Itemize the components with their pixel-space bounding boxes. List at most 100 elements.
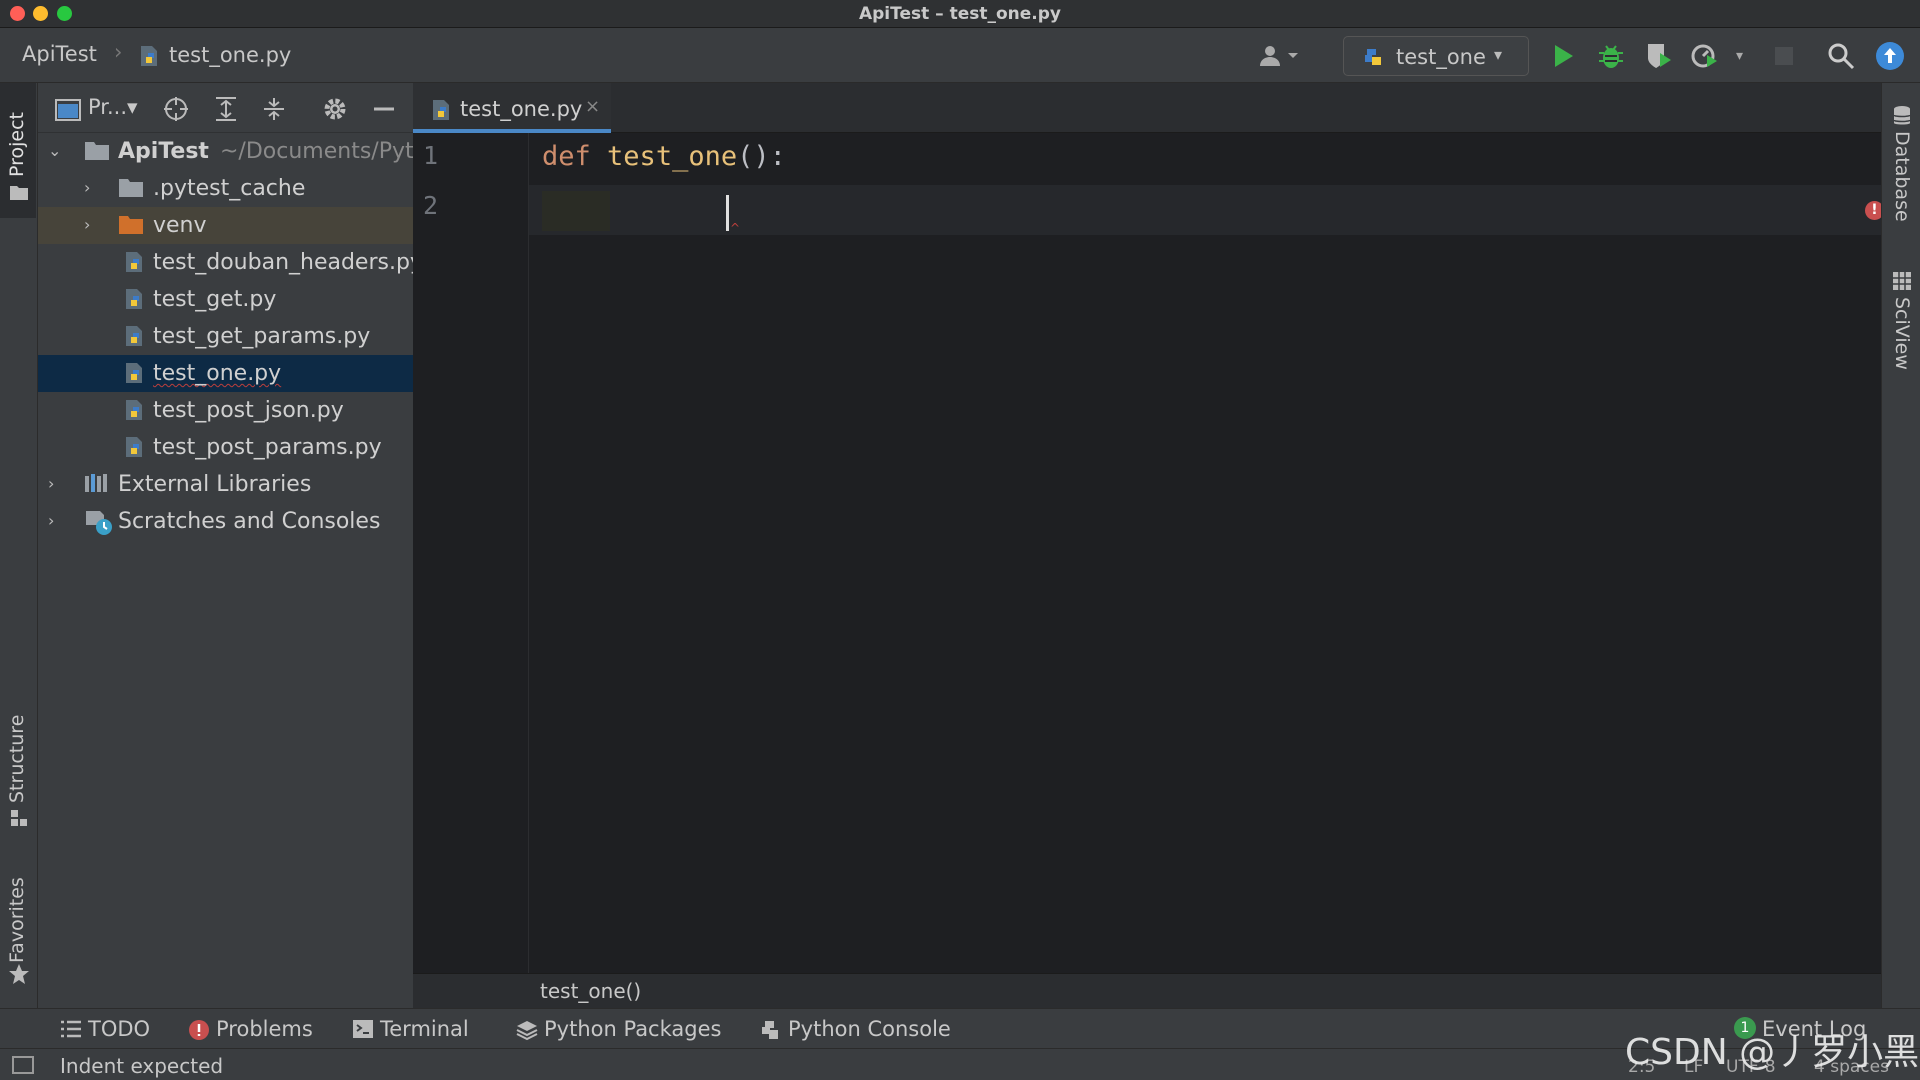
watermark: CSDN @丿罗小黑 — [1625, 1032, 1920, 1073]
stop-button[interactable] — [1768, 41, 1798, 71]
tree-item-label: test_post_json.py — [153, 398, 344, 423]
project-panel: Pr...▾ ⌄ ApiTest ~/Documents/Pyt › .pyte… — [38, 83, 423, 1008]
chevron-right-icon[interactable]: › — [48, 511, 54, 530]
python-icon — [1362, 47, 1386, 73]
right-tool-strip: Database SciView — [1881, 83, 1920, 1008]
code-area[interactable]: def test_one(): ^ ! 1 ︿ ﹀ — [529, 133, 1903, 1008]
breadcrumb-separator: › — [114, 40, 123, 64]
database-tool-button[interactable]: Database — [1891, 131, 1913, 222]
debug-button[interactable] — [1596, 41, 1626, 71]
terminal-icon — [352, 1019, 374, 1043]
profile-button[interactable] — [1690, 41, 1720, 71]
python-console-label: Python Console — [788, 1017, 951, 1041]
layers-icon — [516, 1019, 538, 1045]
tree-item-label: ApiTest — [118, 139, 209, 164]
tree-item-label: test_get_params.py — [153, 324, 371, 349]
python-file-icon — [429, 98, 453, 126]
tree-item-file[interactable]: test_get.py — [38, 281, 413, 318]
python-file-icon — [137, 44, 161, 72]
line-number: 2 — [423, 191, 439, 220]
code-line: def test_one(): — [542, 141, 786, 172]
update-icon[interactable] — [1875, 41, 1905, 71]
run-configuration-select[interactable]: test_one ▾ — [1343, 36, 1529, 76]
tree-item-file[interactable]: test_get_params.py — [38, 318, 413, 355]
tree-item-path: ~/Documents/Pyt — [220, 139, 414, 164]
tool-windows-toggle-icon[interactable] — [12, 1056, 34, 1074]
structure-tool-button[interactable]: Structure — [6, 703, 28, 803]
user-icon[interactable] — [1258, 44, 1304, 72]
chevron-down-icon[interactable]: ▾ — [1736, 48, 1743, 64]
code-keyword: def — [542, 141, 591, 172]
tree-item-scratches[interactable]: › Scratches and Consoles — [38, 503, 413, 540]
python-file-icon — [122, 324, 146, 352]
tree-item-file-selected[interactable]: test_one.py — [38, 355, 413, 392]
problems-label: Problems — [216, 1017, 313, 1041]
chevron-right-icon[interactable]: › — [84, 215, 90, 234]
title-bar: ApiTest – test_one.py — [0, 0, 1920, 28]
project-toolbar: Pr...▾ — [38, 83, 413, 133]
error-icon — [188, 1019, 210, 1045]
project-tool-button[interactable]: Project — [0, 83, 36, 218]
tree-item-label: test_get.py — [153, 287, 277, 312]
python-packages-label: Python Packages — [544, 1017, 722, 1041]
expand-all-icon[interactable] — [214, 96, 238, 126]
structure-icon — [9, 808, 29, 832]
table-icon[interactable] — [1892, 271, 1912, 295]
python-file-icon — [122, 250, 146, 278]
chevron-down-icon[interactable]: ⌄ — [48, 141, 61, 160]
left-tool-strip: Project Structure Favorites — [0, 83, 38, 1008]
tree-item-file[interactable]: test_post_params.py — [38, 429, 413, 466]
indent-guide — [542, 191, 610, 231]
tree-item-external-libraries[interactable]: › External Libraries — [38, 466, 413, 503]
breadcrumb-function[interactable]: test_one() — [540, 979, 641, 1003]
project-view-icon — [55, 99, 81, 125]
search-icon[interactable] — [1826, 41, 1856, 71]
code-punctuation: (): — [737, 141, 786, 172]
editor-breadcrumb-bar: test_one() — [413, 973, 1881, 1008]
database-icon[interactable] — [1892, 105, 1912, 131]
tab-test-one[interactable]: test_one.py × — [413, 83, 611, 133]
error-mark-icon: ^ — [730, 221, 741, 235]
breadcrumb-file[interactable]: test_one.py — [169, 43, 291, 67]
run-configuration-label: test_one — [1396, 45, 1486, 69]
python-file-icon — [122, 361, 146, 389]
run-with-coverage-button[interactable] — [1644, 41, 1674, 71]
tree-item-file[interactable]: test_douban_headers.py — [38, 244, 423, 281]
tree-item-file[interactable]: test_post_json.py — [38, 392, 413, 429]
sciview-tool-button[interactable]: SciView — [1891, 297, 1913, 370]
run-button[interactable] — [1548, 41, 1578, 71]
tree-item-pytest-cache[interactable]: › .pytest_cache — [38, 170, 413, 207]
python-icon — [760, 1019, 782, 1045]
collapse-all-icon[interactable] — [262, 96, 286, 126]
tab-label: test_one.py — [460, 97, 583, 121]
hide-panel-icon[interactable] — [372, 96, 396, 126]
editor-tab-bar: test_one.py × — [413, 83, 1881, 133]
todo-label: TODO — [88, 1017, 151, 1041]
gear-icon[interactable] — [322, 96, 348, 126]
navigation-bar: ApiTest › test_one.py test_one ▾ ▾ — [0, 28, 1920, 83]
tree-item-label: test_douban_headers.py — [153, 250, 423, 275]
chevron-right-icon[interactable]: › — [84, 178, 90, 197]
project-tool-label: Project — [6, 111, 28, 177]
folder-icon — [118, 176, 144, 202]
breadcrumb-project[interactable]: ApiTest — [22, 42, 97, 66]
chevron-right-icon[interactable]: › — [48, 474, 54, 493]
locate-icon[interactable] — [163, 96, 189, 126]
text-caret — [726, 195, 729, 231]
list-icon — [60, 1019, 82, 1043]
line-number: 1 — [423, 141, 439, 170]
window-title: ApiTest – test_one.py — [858, 4, 1062, 24]
tree-item-label: test_post_params.py — [153, 435, 382, 460]
tree-item-apitest[interactable]: ⌄ ApiTest ~/Documents/Pyt — [38, 133, 414, 170]
tree-item-label: test_one.py — [153, 361, 282, 386]
scratches-icon — [84, 509, 114, 539]
close-tab-icon[interactable]: × — [585, 96, 600, 117]
python-file-icon — [122, 435, 146, 463]
python-file-icon — [122, 287, 146, 315]
status-message: Indent expected — [60, 1054, 224, 1078]
favorites-tool-button[interactable]: Favorites — [6, 863, 28, 963]
tree-item-venv[interactable]: › venv — [38, 207, 413, 244]
project-view-select[interactable]: Pr...▾ — [88, 95, 138, 119]
folder-icon — [9, 183, 29, 205]
terminal-label: Terminal — [380, 1017, 469, 1041]
